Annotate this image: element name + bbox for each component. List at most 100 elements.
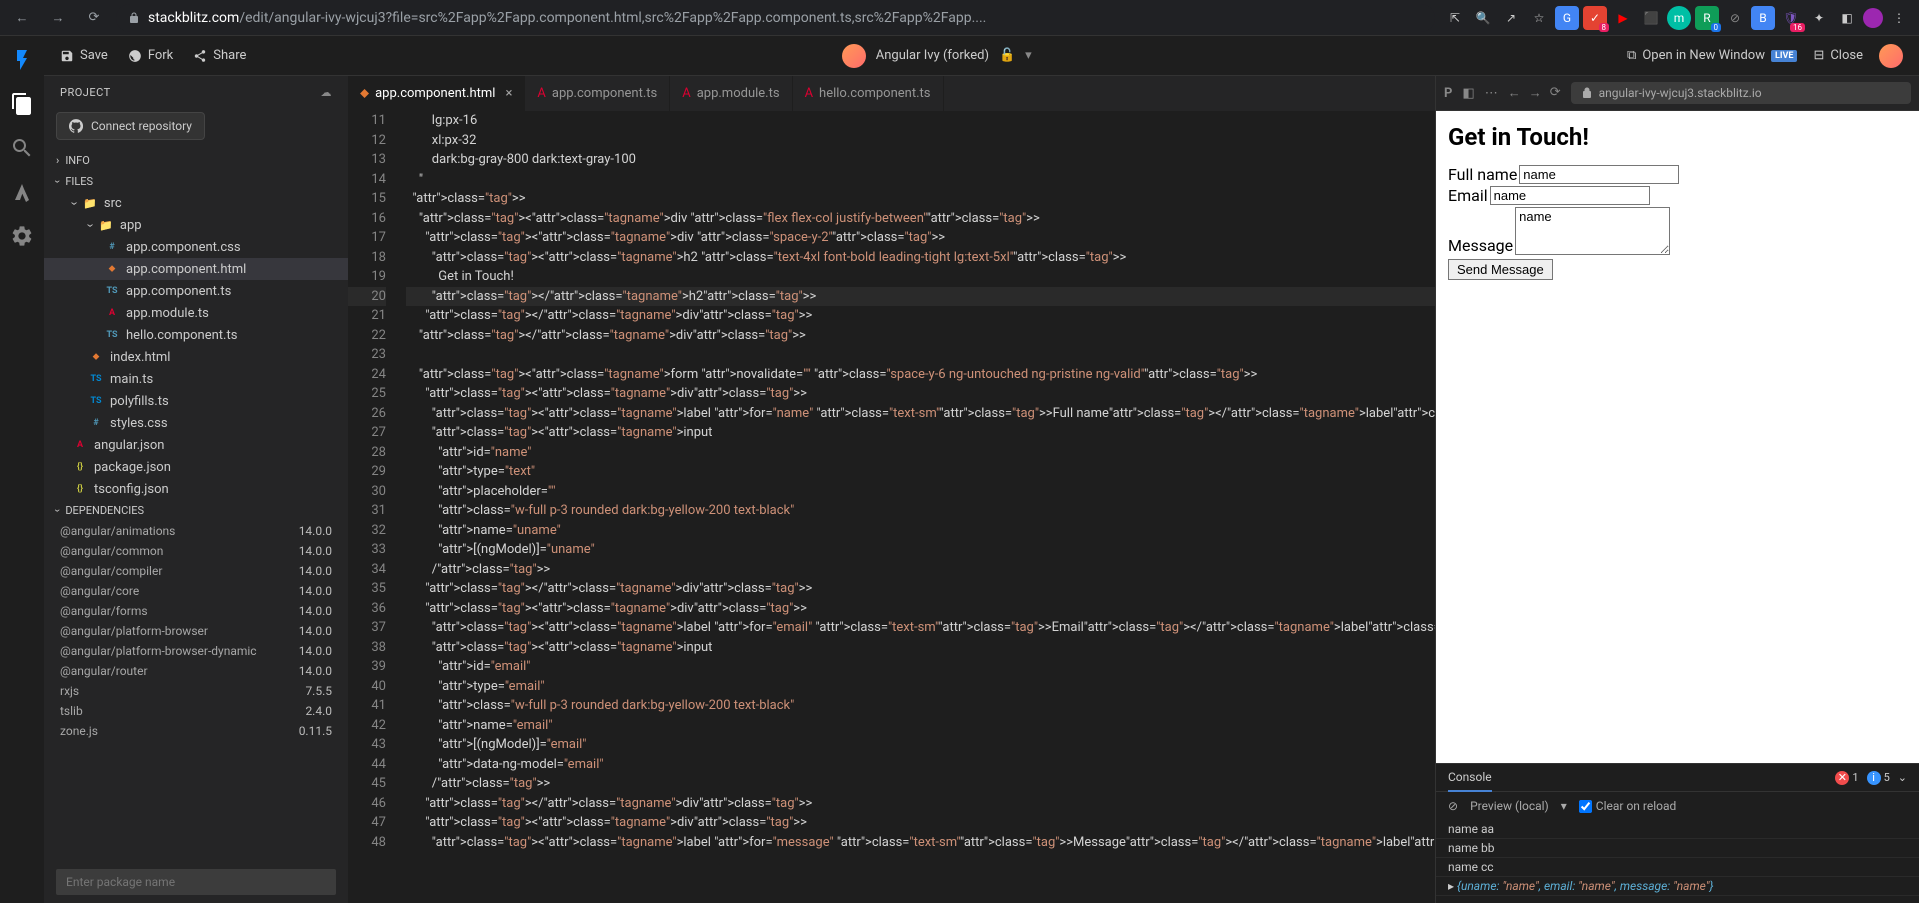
info-count[interactable]: i5 [1867, 771, 1890, 785]
tab-app-component-ts[interactable]: Aapp.component.ts [525, 76, 670, 111]
message-textarea[interactable] [1515, 207, 1670, 255]
close-button[interactable]: ⊟ Close [1813, 48, 1863, 63]
install-icon[interactable]: ⇱ [1443, 6, 1467, 30]
preview-local-label[interactable]: Preview (local) [1470, 799, 1549, 813]
files-section[interactable]: ›FILES [44, 171, 348, 192]
dep-row[interactable]: zone.js0.11.5 [44, 721, 348, 741]
ext-b-icon[interactable]: B [1751, 6, 1775, 30]
ext-circle-icon[interactable]: ⊘ [1723, 6, 1747, 30]
console-log-object[interactable]: ▸ {uname: "name", email: "name", message… [1436, 877, 1919, 896]
file-hello-component-ts[interactable]: TShello.component.ts [44, 324, 348, 346]
tab-app-module-ts[interactable]: Aapp.module.ts [670, 76, 792, 111]
star-icon[interactable]: ☆ [1527, 6, 1551, 30]
clear-reload-checkbox[interactable]: Clear on reload [1579, 799, 1676, 813]
bolt-icon[interactable] [10, 48, 34, 72]
lock-icon [128, 12, 140, 24]
save-button[interactable]: Save [60, 48, 108, 63]
dep-row[interactable]: rxjs7.5.5 [44, 681, 348, 701]
fork-button[interactable]: Fork [128, 48, 173, 63]
ext-m-icon[interactable]: m [1667, 6, 1691, 30]
preview-layout-icon[interactable]: ◧ [1462, 86, 1474, 101]
user-avatar[interactable] [1879, 44, 1903, 68]
file-app-component-css[interactable]: #app.component.css [44, 236, 348, 258]
preview-forward-icon[interactable]: → [1529, 85, 1542, 101]
tab-app-component-html[interactable]: ⬥app.component.html× [348, 76, 525, 111]
search-icon[interactable] [10, 136, 34, 160]
dep-row[interactable]: @angular/platform-browser-dynamic14.0.0 [44, 641, 348, 661]
forward-button[interactable]: → [44, 4, 72, 32]
filter-dropdown-icon[interactable]: ▾ [1561, 799, 1567, 813]
reload-button[interactable]: ⟳ [80, 4, 108, 32]
zoom-icon[interactable]: 🔍 [1471, 6, 1495, 30]
preview-back-icon[interactable]: ← [1508, 85, 1521, 101]
dep-row[interactable]: @angular/compiler14.0.0 [44, 561, 348, 581]
connect-repo-button[interactable]: Connect repository [56, 112, 205, 140]
ext-shield-icon[interactable]: 🛡16 [1779, 6, 1803, 30]
file-app-component-html[interactable]: ⬥app.component.html [44, 258, 348, 280]
send-button[interactable]: Send Message [1448, 259, 1553, 280]
app-header: Save Fork Share Angular Ivy (forked) 🔓 ▾… [44, 36, 1919, 76]
share-button[interactable]: Share [193, 48, 246, 63]
info-section[interactable]: ›INFO [44, 150, 348, 171]
ext-youtube-icon[interactable]: ▶ [1611, 6, 1635, 30]
package-input[interactable] [56, 869, 336, 895]
preview-more-icon[interactable]: ⋯ [1485, 86, 1498, 101]
message-label: Message [1448, 236, 1513, 255]
file-styles-css[interactable]: #styles.css [44, 412, 348, 434]
fullname-label: Full name [1448, 165, 1517, 184]
menu-icon[interactable]: ⋮ [1887, 6, 1911, 30]
chevron-down-icon[interactable]: ▾ [1025, 48, 1032, 63]
firebase-icon[interactable] [10, 180, 34, 204]
ext-todoist-icon[interactable]: ✓8 [1583, 6, 1607, 30]
profile-avatar[interactable] [1863, 8, 1883, 28]
file-main-ts[interactable]: TSmain.ts [44, 368, 348, 390]
ext-translate-icon[interactable]: G [1555, 6, 1579, 30]
browser-actions: ⇱ 🔍 ↗ ☆ G ✓8 ▶ ⬛ m R0 ⊘ B 🛡16 ✦ ◧ ⋮ [1443, 6, 1911, 30]
file-app-module-ts[interactable]: Aapp.module.ts [44, 302, 348, 324]
tab-hello-component-ts[interactable]: Ahello.component.ts [793, 76, 944, 111]
lock-icon [1581, 87, 1593, 99]
folder-src[interactable]: ›📁src [44, 192, 348, 214]
fullname-input[interactable] [1519, 165, 1679, 184]
folder-app[interactable]: ›📁app [44, 214, 348, 236]
file-polyfills-ts[interactable]: TSpolyfills.ts [44, 390, 348, 412]
email-input[interactable] [1490, 186, 1650, 205]
console-chevron-icon[interactable]: ⌄ [1898, 771, 1907, 784]
file-app-component-ts[interactable]: TSapp.component.ts [44, 280, 348, 302]
ext-green-icon[interactable]: R0 [1695, 6, 1719, 30]
back-button[interactable]: ← [8, 4, 36, 32]
code-editor[interactable]: 1112131415161718192021222324252627282930… [348, 111, 1435, 903]
file-tsconfig-json[interactable]: {}tsconfig.json [44, 478, 348, 500]
sidepanel-icon[interactable]: ◧ [1835, 6, 1859, 30]
dep-row[interactable]: tslib2.4.0 [44, 701, 348, 721]
share-icon[interactable]: ↗ [1499, 6, 1523, 30]
dep-row[interactable]: @angular/platform-browser14.0.0 [44, 621, 348, 641]
deps-section[interactable]: ›DEPENDENCIES [44, 500, 348, 521]
dep-row[interactable]: @angular/forms14.0.0 [44, 601, 348, 621]
url-bar[interactable]: stackblitz.com/edit/angular-ivy-wjcuj3?f… [116, 4, 1435, 32]
settings-icon[interactable] [10, 224, 34, 248]
console-log-line: name aa [1436, 820, 1919, 839]
close-tab-icon[interactable]: × [505, 86, 512, 101]
open-new-window-button[interactable]: ⧉ Open in New Window LIVE [1627, 48, 1797, 63]
cloud-icon[interactable]: ☁ [321, 86, 333, 99]
console-tab[interactable]: Console [1448, 764, 1492, 792]
extensions-icon[interactable]: ✦ [1807, 6, 1831, 30]
dep-row[interactable]: @angular/core14.0.0 [44, 581, 348, 601]
clear-console-icon[interactable]: ⊘ [1448, 799, 1458, 813]
file-package-json[interactable]: {}package.json [44, 456, 348, 478]
console-log-line: name bb [1436, 839, 1919, 858]
files-icon[interactable] [10, 92, 34, 116]
browser-bar: ← → ⟳ stackblitz.com/edit/angular-ivy-wj… [0, 0, 1919, 36]
dep-row[interactable]: @angular/common14.0.0 [44, 541, 348, 561]
dep-row[interactable]: @angular/router14.0.0 [44, 661, 348, 681]
dep-row[interactable]: @angular/animations14.0.0 [44, 521, 348, 541]
preview-reload-icon[interactable]: ⟳ [1550, 85, 1561, 101]
preview-p-icon[interactable]: P [1444, 86, 1452, 101]
file-angular-json[interactable]: Aangular.json [44, 434, 348, 456]
ext-colorful-icon[interactable]: ⬛ [1639, 6, 1663, 30]
file-index-html[interactable]: ⬥index.html [44, 346, 348, 368]
lock-icon[interactable]: 🔓 [999, 48, 1015, 63]
preview-url-bar[interactable]: angular-ivy-wjcuj3.stackblitz.io [1571, 82, 1911, 104]
error-count[interactable]: ✕1 [1835, 771, 1858, 785]
